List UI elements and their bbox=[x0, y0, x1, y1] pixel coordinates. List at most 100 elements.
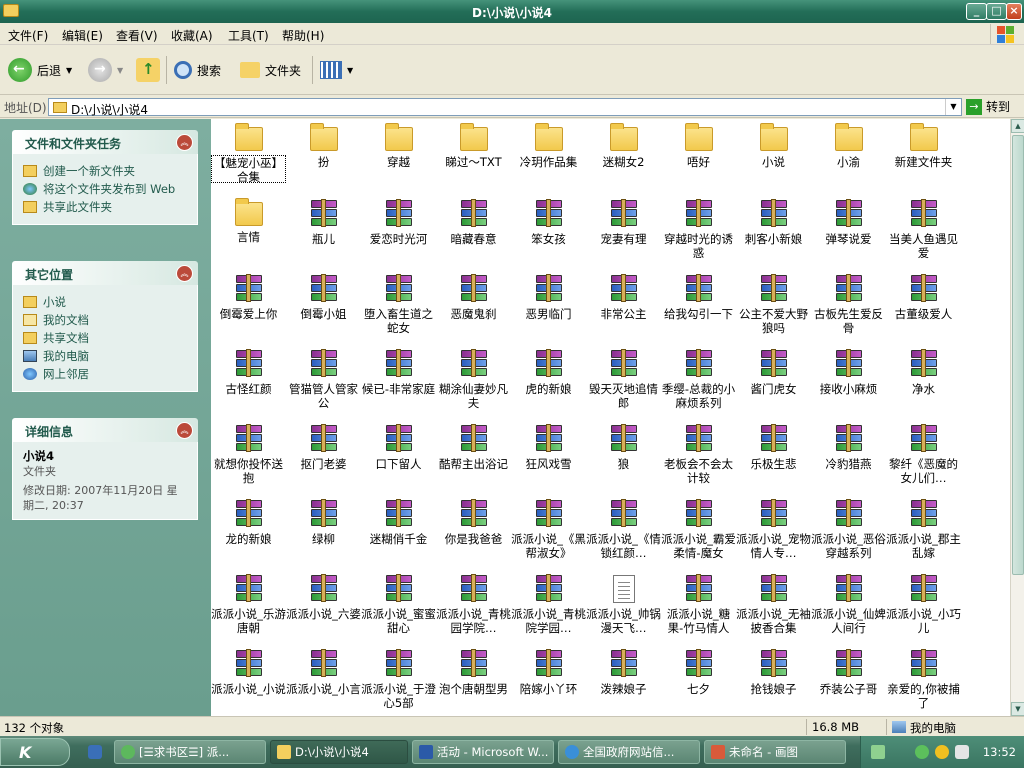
network-status-icon[interactable] bbox=[915, 745, 929, 759]
file-item[interactable]: 派派小说_恶俗穿越系列 bbox=[811, 496, 886, 571]
file-item[interactable]: 恶魔鬼刹 bbox=[436, 271, 511, 346]
views-button[interactable]: ▼ bbox=[320, 56, 353, 84]
file-item[interactable]: 季缨-总裁的小麻烦系列 bbox=[661, 346, 736, 421]
collapse-icon[interactable]: ︽ bbox=[176, 134, 193, 151]
file-item[interactable]: 毁天灭地追情郎 bbox=[586, 346, 661, 421]
file-item[interactable]: 派派小说_于澄心5部 bbox=[361, 646, 436, 716]
file-view[interactable]: 【魅宠小巫】合集 扮 穿越 睇过～TXT 冷玥作品集 迷糊女2 唔好 小说 小渝 新建文件夹 言情 瓶… bbox=[211, 119, 1010, 716]
menu-help[interactable]: 帮助(H) bbox=[282, 27, 324, 44]
file-item[interactable]: 爱恋时光河 bbox=[361, 196, 436, 271]
file-item[interactable]: 糊涂仙妻妙凡夫 bbox=[436, 346, 511, 421]
file-item[interactable]: 派派小说_无袖披香合集 bbox=[736, 571, 811, 646]
file-item[interactable]: 抠门老婆 bbox=[286, 421, 361, 496]
forward-button[interactable]: → ▼ bbox=[88, 56, 123, 84]
place-novels[interactable]: 小说 bbox=[23, 295, 187, 309]
file-item[interactable]: 抢钱娘子 bbox=[736, 646, 811, 716]
file-item[interactable]: 派派小说_糖果-竹马情人 bbox=[661, 571, 736, 646]
vertical-scrollbar[interactable]: ▲ ▼ bbox=[1010, 119, 1024, 716]
folder-item[interactable]: 冷玥作品集 bbox=[511, 121, 586, 196]
folder-item[interactable]: 小说 bbox=[736, 121, 811, 196]
collapse-icon[interactable]: ︽ bbox=[176, 422, 193, 439]
file-item[interactable]: 派派小说_《黑帮淑女》 bbox=[511, 496, 586, 571]
folder-item[interactable]: 扮 bbox=[286, 121, 361, 196]
file-item[interactable]: 派派小说_六婆 bbox=[286, 571, 361, 646]
file-item[interactable]: 派派小说_郡主乱嫁 bbox=[886, 496, 961, 571]
search-button[interactable]: 搜索 bbox=[174, 56, 221, 84]
file-item[interactable]: 狂风戏雪 bbox=[511, 421, 586, 496]
file-item[interactable]: 穿越时光的诱惑 bbox=[661, 196, 736, 271]
file-item[interactable]: 刺客小新娘 bbox=[736, 196, 811, 271]
folder-item[interactable]: 小渝 bbox=[811, 121, 886, 196]
folder-item[interactable]: 言情 bbox=[211, 196, 286, 271]
task-new-folder[interactable]: 创建一个新文件夹 bbox=[23, 164, 187, 178]
file-item[interactable]: 倒霉爱上你 bbox=[211, 271, 286, 346]
menu-tools[interactable]: 工具(T) bbox=[228, 27, 269, 44]
folder-item[interactable]: 新建文件夹 bbox=[886, 121, 961, 196]
up-button[interactable]: ↑ bbox=[136, 56, 160, 84]
file-item[interactable]: 古怪红颜 bbox=[211, 346, 286, 421]
collapse-icon[interactable]: ︽ bbox=[176, 265, 193, 282]
file-item[interactable]: 净水 bbox=[886, 346, 961, 421]
address-input[interactable]: D:\小说\小说4 ▼ bbox=[48, 98, 962, 117]
file-item[interactable]: 黎纤《恶魔的女儿们… bbox=[886, 421, 961, 496]
file-item[interactable]: 乔装公子哥 bbox=[811, 646, 886, 716]
scroll-up-icon[interactable]: ▲ bbox=[1011, 119, 1024, 133]
file-item[interactable]: 派派小说_青桃院学园… bbox=[511, 571, 586, 646]
show-desktop-icon[interactable] bbox=[88, 745, 102, 759]
security-icon[interactable] bbox=[935, 745, 949, 759]
taskbar-item-website[interactable]: 全国政府网站信... bbox=[558, 740, 700, 764]
menu-edit[interactable]: 编辑(E) bbox=[62, 27, 103, 44]
file-item[interactable]: 暗藏春意 bbox=[436, 196, 511, 271]
file-item[interactable]: 非常公主 bbox=[586, 271, 661, 346]
task-publish-web[interactable]: 将这个文件夹发布到 Web bbox=[23, 182, 187, 196]
panel-header[interactable]: 其它位置 ︽ bbox=[12, 261, 198, 285]
file-item[interactable]: 派派小说_小言 bbox=[286, 646, 361, 716]
file-item[interactable]: 就想你投怀送抱 bbox=[211, 421, 286, 496]
place-my-documents[interactable]: 我的文档 bbox=[23, 313, 187, 327]
chevron-down-icon[interactable]: ▼ bbox=[945, 99, 961, 115]
taskbar-item-explorer[interactable]: D:\小说\小说4 bbox=[270, 740, 408, 764]
taskbar-item-word[interactable]: 活动 - Microsoft W... bbox=[412, 740, 554, 764]
volume-icon[interactable] bbox=[955, 745, 969, 759]
file-item[interactable]: 狼 bbox=[586, 421, 661, 496]
folder-item[interactable]: 迷糊女2 bbox=[586, 121, 661, 196]
file-item[interactable]: 给我勾引一下 bbox=[661, 271, 736, 346]
file-item[interactable]: 派派小说_小说 bbox=[211, 646, 286, 716]
file-item[interactable]: 派派小说_霸爱柔情-魔女 bbox=[661, 496, 736, 571]
file-item[interactable]: 管猫管人管家公 bbox=[286, 346, 361, 421]
minimize-button[interactable]: _ bbox=[966, 3, 987, 20]
file-item[interactable]: 派派小说_青桃园学院… bbox=[436, 571, 511, 646]
file-item[interactable]: 老板会不会太计较 bbox=[661, 421, 736, 496]
maximize-button[interactable]: □ bbox=[986, 3, 1007, 20]
place-network[interactable]: 网上邻居 bbox=[23, 367, 187, 381]
file-item[interactable]: 恶男临门 bbox=[511, 271, 586, 346]
file-item[interactable]: 派派小说_蜜蜜甜心 bbox=[361, 571, 436, 646]
menu-view[interactable]: 查看(V) bbox=[116, 27, 158, 44]
file-item[interactable]: 堕入畜生道之蛇女 bbox=[361, 271, 436, 346]
file-item[interactable]: 绿柳 bbox=[286, 496, 361, 571]
menu-favorites[interactable]: 收藏(A) bbox=[171, 27, 213, 44]
file-item[interactable]: 派派小说_乐游唐朝 bbox=[211, 571, 286, 646]
panel-header[interactable]: 详细信息 ︽ bbox=[12, 418, 198, 442]
folder-item[interactable]: 唔好 bbox=[661, 121, 736, 196]
file-item[interactable]: 派派小说_帅锅漫天飞… bbox=[586, 571, 661, 646]
go-button[interactable]: → 转到 bbox=[966, 98, 1010, 115]
file-item[interactable]: 古板先生爱反骨 bbox=[811, 271, 886, 346]
file-item[interactable]: 派派小说_仙婢人间行 bbox=[811, 571, 886, 646]
file-item[interactable]: 宠妻有理 bbox=[586, 196, 661, 271]
file-item[interactable]: 笨女孩 bbox=[511, 196, 586, 271]
file-item[interactable]: 龙的新娘 bbox=[211, 496, 286, 571]
start-button[interactable]: K bbox=[0, 738, 70, 766]
place-my-computer[interactable]: 我的电脑 bbox=[23, 349, 187, 363]
file-item[interactable]: 陪嫁小丫环 bbox=[511, 646, 586, 716]
file-item[interactable]: 亲爱的,你被捕了 bbox=[886, 646, 961, 716]
file-item[interactable]: 迷糊俏千金 bbox=[361, 496, 436, 571]
folder-item[interactable]: 【魅宠小巫】合集 bbox=[211, 121, 286, 196]
file-item[interactable]: 古董级爱人 bbox=[886, 271, 961, 346]
file-item[interactable]: 公主不爱大野狼吗 bbox=[736, 271, 811, 346]
task-share-folder[interactable]: 共享此文件夹 bbox=[23, 200, 187, 214]
folder-item[interactable]: 穿越 bbox=[361, 121, 436, 196]
taskbar-item-browser[interactable]: [☰求书区☰] 派... bbox=[114, 740, 266, 764]
usb-icon[interactable] bbox=[871, 745, 885, 759]
file-item[interactable]: 接收小麻烦 bbox=[811, 346, 886, 421]
